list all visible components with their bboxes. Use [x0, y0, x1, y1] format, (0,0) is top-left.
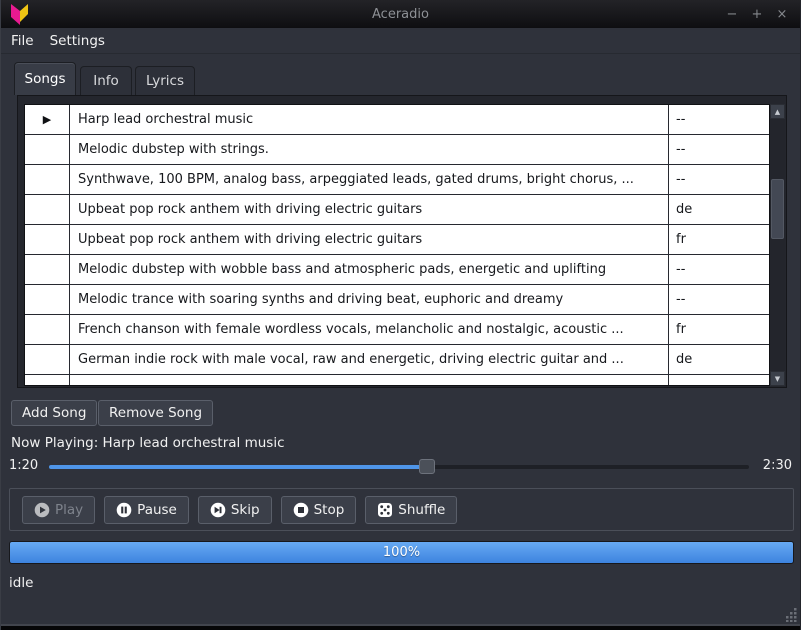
shuffle-button-label: Shuffle [398, 502, 445, 518]
remove-song-button[interactable]: Remove Song [98, 400, 213, 426]
pause-circle-icon [116, 502, 132, 518]
playing-indicator-cell [25, 225, 70, 254]
play-button-label: Play [55, 502, 83, 518]
app-window: Aceradio − + × File Settings Songs Info … [0, 0, 801, 630]
tab-info[interactable]: Info [80, 66, 132, 95]
progress-label: 100% [383, 545, 420, 560]
song-lang-cell: fr [669, 225, 769, 254]
song-title-cell: Harp lead orchestral music [70, 105, 669, 134]
menu-settings[interactable]: Settings [50, 33, 105, 49]
table-row[interactable]: Melodic dubstep with wobble bass and atm… [25, 255, 769, 285]
table-row[interactable] [25, 375, 769, 386]
playing-indicator-cell [25, 345, 70, 374]
table-row[interactable]: Melodic dubstep with strings. -- [25, 135, 769, 165]
add-song-button[interactable]: Add Song [11, 400, 97, 426]
song-lang-cell: -- [669, 255, 769, 284]
menu-file[interactable]: File [11, 33, 34, 49]
stop-circle-icon [293, 502, 309, 518]
song-lang-cell: -- [669, 165, 769, 194]
playing-indicator-cell [25, 165, 70, 194]
status-label: idle [9, 575, 33, 591]
song-lang-cell: -- [669, 135, 769, 164]
song-title-cell: Synthwave, 100 BPM, analog bass, arpeggi… [70, 165, 669, 194]
song-lang-cell [669, 375, 769, 386]
table-row[interactable]: ▶ Harp lead orchestral music -- [25, 105, 769, 135]
seek-slider[interactable] [49, 465, 749, 469]
window-bottom-frame [1, 626, 800, 630]
elapsed-time-label: 1:20 [9, 458, 38, 473]
table-row[interactable]: Upbeat pop rock anthem with driving elec… [25, 195, 769, 225]
dice-icon [377, 502, 393, 518]
total-time-label: 2:30 [763, 458, 792, 473]
menu-bar: File Settings [1, 28, 800, 54]
song-lang-cell: fr [669, 315, 769, 344]
song-title-cell: Melodic trance with soaring synths and d… [70, 285, 669, 314]
pause-button[interactable]: Pause [104, 496, 189, 524]
play-button[interactable]: Play [22, 496, 95, 524]
close-button[interactable]: × [774, 7, 790, 22]
seek-slider-handle[interactable] [419, 459, 435, 474]
scroll-down-icon[interactable]: ▼ [770, 371, 785, 386]
playing-indicator-cell [25, 255, 70, 284]
transport-controls-group: Play Pause Skip Stop [9, 488, 794, 531]
table-row[interactable]: Melodic trance with soaring synths and d… [25, 285, 769, 315]
resize-grip-icon[interactable] [783, 608, 797, 622]
song-lang-cell: de [669, 195, 769, 224]
shuffle-button[interactable]: Shuffle [365, 496, 457, 524]
pause-button-label: Pause [137, 502, 177, 518]
song-lang-cell: -- [669, 285, 769, 314]
scrollbar-thumb[interactable] [771, 179, 784, 239]
playing-indicator-cell [25, 375, 70, 386]
songs-panel: ▶ Harp lead orchestral music -- Melodic … [17, 95, 787, 388]
tab-songs[interactable]: Songs [14, 62, 76, 95]
table-row[interactable]: Upbeat pop rock anthem with driving elec… [25, 225, 769, 255]
table-row[interactable]: Synthwave, 100 BPM, analog bass, arpeggi… [25, 165, 769, 195]
table-row[interactable]: French chanson with female wordless voca… [25, 315, 769, 345]
song-title-cell: German indie rock with male vocal, raw a… [70, 345, 669, 374]
song-lang-cell: de [669, 345, 769, 374]
song-title-cell [70, 375, 669, 386]
songs-table: ▶ Harp lead orchestral music -- Melodic … [24, 104, 770, 386]
song-title-cell: French chanson with female wordless voca… [70, 315, 669, 344]
song-title-cell: Melodic dubstep with strings. [70, 135, 669, 164]
scroll-up-icon[interactable]: ▲ [770, 104, 785, 119]
tab-lyrics[interactable]: Lyrics [135, 66, 195, 95]
vertical-scrollbar[interactable]: ▲ ▼ [770, 104, 785, 386]
minimize-button[interactable]: − [724, 7, 740, 22]
title-bar: Aceradio − + × [1, 0, 800, 28]
seek-slider-fill [49, 465, 427, 469]
playing-indicator-cell [25, 195, 70, 224]
song-title-cell: Melodic dubstep with wobble bass and atm… [70, 255, 669, 284]
now-playing-label: Now Playing: Harp lead orchestral music [11, 435, 285, 451]
window-title: Aceradio [1, 7, 800, 22]
song-title-cell: Upbeat pop rock anthem with driving elec… [70, 225, 669, 254]
progress-bar: 100% [9, 541, 794, 564]
stop-button-label: Stop [314, 502, 345, 518]
table-row[interactable]: German indie rock with male vocal, raw a… [25, 345, 769, 375]
skip-button-label: Skip [231, 502, 260, 518]
playing-indicator-cell [25, 315, 70, 344]
maximize-button[interactable]: + [749, 7, 765, 22]
stop-button[interactable]: Stop [281, 496, 357, 524]
skip-button[interactable]: Skip [198, 496, 272, 524]
playing-indicator-cell: ▶ [25, 105, 70, 134]
song-lang-cell: -- [669, 105, 769, 134]
play-circle-icon [34, 502, 50, 518]
skip-circle-icon [210, 502, 226, 518]
playing-indicator-cell [25, 135, 70, 164]
song-title-cell: Upbeat pop rock anthem with driving elec… [70, 195, 669, 224]
playing-indicator-cell [25, 285, 70, 314]
